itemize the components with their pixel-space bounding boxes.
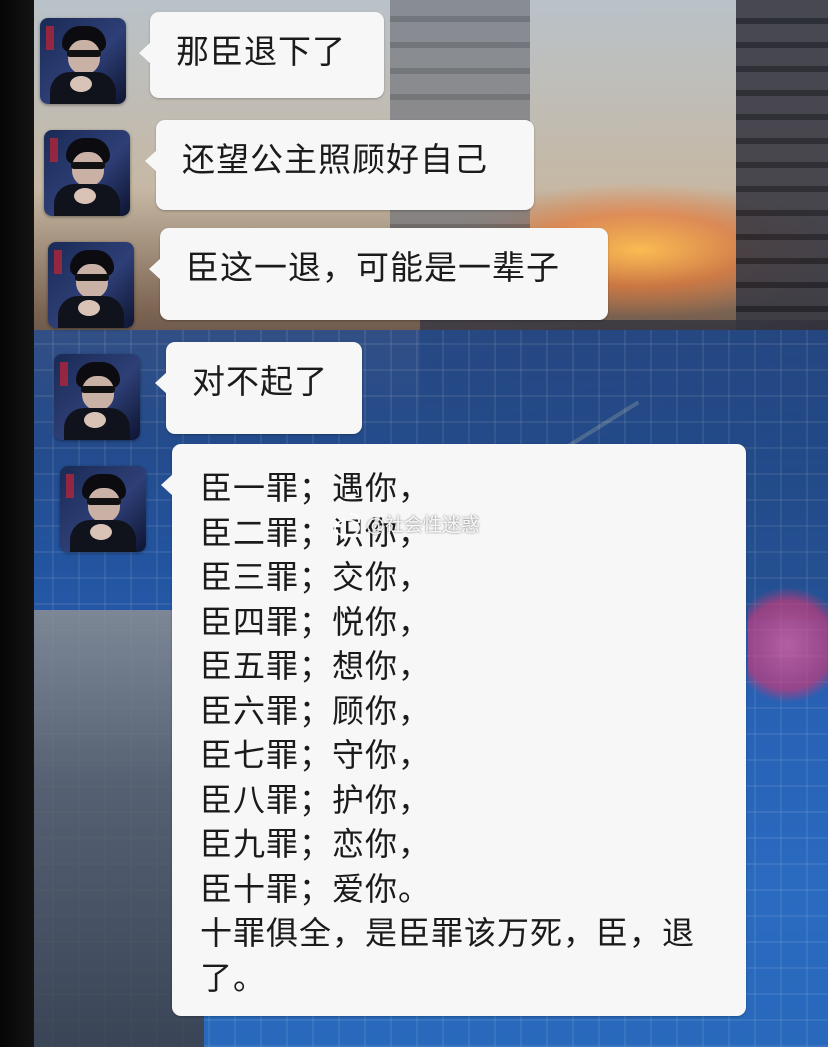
- avatar-detail: [54, 250, 62, 274]
- message-text: 还望公主照顾好自己: [182, 140, 488, 179]
- message-line: 臣三罪；交你，: [200, 558, 432, 596]
- avatar-detail: [82, 376, 114, 410]
- message-line: 臣九罪；恋你，: [200, 825, 432, 863]
- message-line: 臣十罪；爱你。: [200, 869, 432, 908]
- avatar[interactable]: [48, 242, 134, 328]
- avatar-detail: [90, 524, 112, 540]
- message-line: 臣八罪；护你，: [200, 780, 432, 819]
- message-bubble[interactable]: 那臣退下了: [139, 12, 384, 98]
- weibo-icon: [332, 512, 362, 537]
- avatar-detail: [74, 188, 96, 204]
- avatar[interactable]: [54, 354, 140, 440]
- avatar-detail: [68, 40, 100, 74]
- message-bubble[interactable]: 对不起了: [155, 342, 362, 434]
- avatar-detail: [87, 498, 121, 505]
- watermark-text: @社会性迷惑: [366, 514, 481, 536]
- avatar-detail: [71, 162, 105, 169]
- background-float: [748, 585, 828, 715]
- background-building: [736, 0, 828, 330]
- message-line: 十罪俱全，是臣罪该万死，臣，退: [200, 914, 696, 952]
- message-bubble[interactable]: 还望公主照顾好自己: [145, 120, 534, 210]
- avatar-detail: [84, 412, 106, 428]
- avatar-detail: [75, 274, 109, 281]
- avatar-detail: [72, 152, 104, 186]
- avatar-detail: [46, 26, 54, 50]
- message-bubble[interactable]: 臣这一退，可能是一辈子: [149, 228, 608, 320]
- message-line: 臣五罪；想你，: [200, 647, 432, 685]
- message-line: 臣四罪；悦你，: [200, 602, 432, 641]
- avatar-detail: [67, 50, 101, 57]
- avatar-detail: [50, 138, 58, 162]
- avatar-detail: [81, 386, 115, 393]
- message-line: 了。: [200, 958, 267, 997]
- avatar-detail: [78, 300, 100, 316]
- avatar-detail: [88, 488, 120, 522]
- avatar[interactable]: [44, 130, 130, 216]
- avatar[interactable]: [60, 466, 146, 552]
- message-line: 臣六罪；顾你，: [200, 691, 432, 730]
- phone-bezel: [0, 0, 34, 1047]
- message-line: 臣七罪；守你，: [200, 736, 432, 774]
- message-text: 那臣退下了: [176, 32, 346, 71]
- message-text: 对不起了: [192, 362, 328, 401]
- avatar-detail: [60, 362, 68, 386]
- avatar-detail: [76, 264, 108, 298]
- avatar[interactable]: [40, 18, 126, 104]
- message-line: 臣一罪；遇你，: [200, 469, 432, 507]
- watermark: @社会性迷惑: [332, 510, 480, 537]
- avatar-detail: [66, 474, 74, 498]
- avatar-detail: [70, 76, 92, 92]
- message-text: 臣这一退，可能是一辈子: [186, 248, 560, 287]
